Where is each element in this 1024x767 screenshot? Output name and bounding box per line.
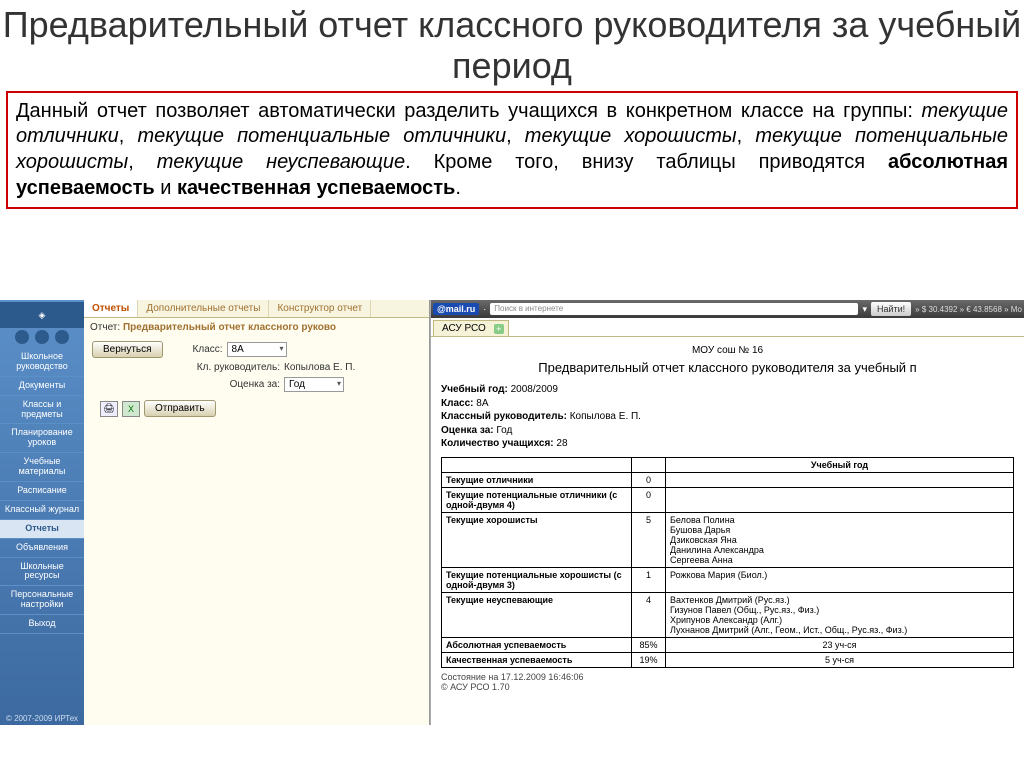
exit-icon[interactable]	[55, 330, 69, 344]
sidebar-copyright: © 2007-2009 ИРТех	[0, 714, 84, 723]
mailru-ticker: » $ 30.4392 » € 43.8568 » Мо	[915, 305, 1022, 314]
summary-row: Качественная успеваемость19%5 уч-ся	[442, 652, 1014, 667]
tab[interactable]: Конструктор отчет	[269, 300, 371, 317]
help-icon[interactable]	[35, 330, 49, 344]
sidebar-item[interactable]: Школьные ресурсы	[0, 558, 84, 587]
sidebar: ◈ Школьное руководствоДокументыКлассы и …	[0, 300, 84, 725]
tab[interactable]: Отчеты	[84, 300, 138, 317]
tab-bar: ОтчетыДополнительные отчетыКонструктор о…	[84, 300, 429, 318]
desc-text: Данный отчет позволяет автоматически раз…	[16, 100, 922, 122]
sidebar-item[interactable]: Отчеты	[0, 520, 84, 539]
sidebar-item[interactable]: Выход	[0, 615, 84, 634]
sidebar-top-icons	[0, 330, 84, 344]
desc-text: . Кроме того, внизу таблицы приводятся	[405, 151, 888, 173]
sidebar-item[interactable]: Персональные настройки	[0, 586, 84, 615]
school-name: МОУ сош № 16	[441, 345, 1014, 356]
table-row: Текущие хорошисты5Белова ПолинаБушова Да…	[442, 512, 1014, 567]
sidebar-item[interactable]: Классы и предметы	[0, 396, 84, 425]
tab[interactable]: Дополнительные отчеты	[138, 300, 269, 317]
mailru-dropdown-icon[interactable]: ▾	[862, 304, 867, 315]
app-logo-icon: ◈	[0, 302, 84, 328]
table-row: Текущие потенциальные хорошисты (с одной…	[442, 567, 1014, 592]
preview-tab-label: АСУ РСО	[442, 323, 486, 334]
sidebar-item[interactable]: Документы	[0, 377, 84, 396]
slide-title: Предварительный отчет классного руководи…	[0, 0, 1024, 89]
app-left-panel: ◈ Школьное руководствоДокументыКлассы и …	[0, 300, 430, 725]
meta-row: Количество учащихся: 28	[441, 437, 1014, 451]
preview-tab[interactable]: АСУ РСО +	[433, 320, 509, 336]
sidebar-item[interactable]: Классный журнал	[0, 501, 84, 520]
meta-row: Учебный год: 2008/2009	[441, 383, 1014, 397]
mailru-sep-icon: ·	[483, 304, 486, 314]
sidebar-item[interactable]: Объявления	[0, 539, 84, 558]
report-timestamp: Состояние на 17.12.2009 16:46:06	[441, 672, 1014, 683]
grade-label: Оценка за:	[170, 379, 280, 390]
sidebar-item[interactable]: Планирование уроков	[0, 424, 84, 453]
mailru-logo[interactable]: @mail.ru	[433, 303, 479, 315]
desc-group: текущие неуспевающие	[157, 151, 405, 173]
sidebar-item[interactable]: Учебные материалы	[0, 453, 84, 482]
report-head-value: Предварительный отчет классного руково	[123, 322, 336, 333]
meta-row: Классный руководитель: Копылова Е. П.	[441, 410, 1014, 424]
print-icon[interactable]: 🖨	[100, 401, 118, 417]
sidebar-item[interactable]: Расписание	[0, 482, 84, 501]
description-box: Данный отчет позволяет автоматически раз…	[6, 91, 1018, 209]
send-button[interactable]: Отправить	[144, 400, 216, 417]
report-table: Учебный год Текущие отличники0Текущие по…	[441, 457, 1014, 668]
table-row: Текущие потенциальные отличники (с одной…	[442, 487, 1014, 512]
teacher-label: Кл. руководитель:	[170, 362, 280, 373]
table-row: Текущие отличники0	[442, 472, 1014, 487]
report-title: Предварительный отчет классного руководи…	[441, 360, 1014, 375]
report-heading: Отчет: Предварительный отчет классного р…	[84, 318, 429, 337]
report-preview-panel: @mail.ru · Поиск в интернете ▾ Найти! » …	[430, 300, 1024, 725]
class-select[interactable]: 8А	[227, 342, 287, 357]
report-head-label: Отчет:	[90, 322, 120, 333]
sidebar-item[interactable]: Школьное руководство	[0, 348, 84, 377]
summary-row: Абсолютная успеваемость85%23 уч-ся	[442, 637, 1014, 652]
mailru-search-input[interactable]: Поиск в интернете	[490, 303, 858, 315]
report-copyright: © АСУ РСО 1.70	[441, 682, 1014, 693]
report-footer: Состояние на 17.12.2009 16:46:06 © АСУ Р…	[441, 672, 1014, 694]
desc-text: .	[455, 177, 461, 199]
desc-bold: качественная успеваемость	[177, 177, 455, 199]
grade-select[interactable]: Год	[284, 377, 344, 392]
col-header: Учебный год	[666, 457, 1014, 472]
meta-row: Оценка за: Год	[441, 424, 1014, 438]
teacher-value: Копылова Е. П.	[284, 362, 355, 373]
left-main-area: ОтчетыДополнительные отчетыКонструктор о…	[84, 300, 429, 725]
back-button[interactable]: Вернуться	[92, 341, 163, 358]
mailru-find-button[interactable]: Найти!	[871, 302, 911, 316]
desc-group: текущие потенциальные отличники	[138, 125, 507, 147]
report-meta: Учебный год: 2008/2009Класс: 8АКлассный …	[441, 383, 1014, 451]
meta-row: Класс: 8А	[441, 397, 1014, 411]
desc-group: текущие хорошисты	[525, 125, 737, 147]
table-row: Текущие неуспевающие4Вахтенков Дмитрий (…	[442, 592, 1014, 637]
desc-text: и	[155, 177, 177, 199]
home-icon[interactable]	[15, 330, 29, 344]
tab-add-icon[interactable]: +	[494, 324, 504, 334]
class-label: Класс:	[167, 344, 223, 355]
excel-icon[interactable]: X	[122, 401, 140, 417]
mailru-toolbar: @mail.ru · Поиск в интернете ▾ Найти! » …	[431, 300, 1024, 318]
